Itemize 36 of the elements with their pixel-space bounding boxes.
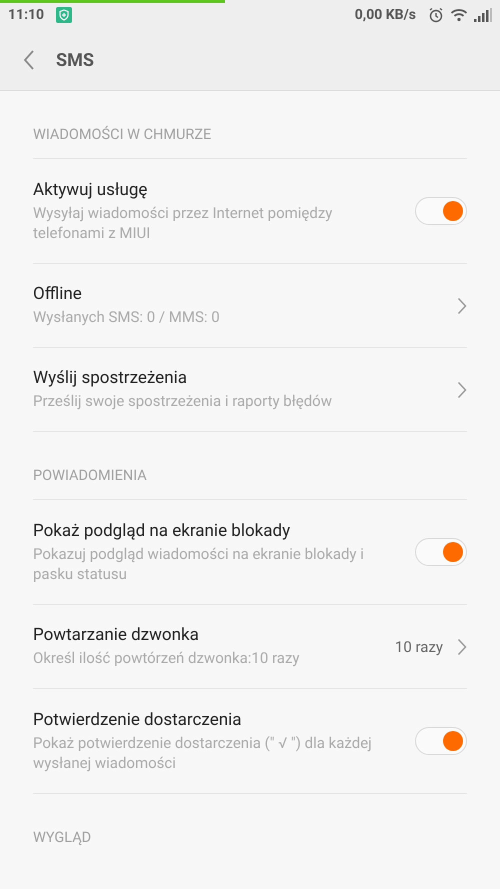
settings-row[interactable]: Potwierdzenie dostarczenia Pokaż potwierdzenie dostarczenia (" √ ") dla każdej wysłanej wiadomości (33, 689, 467, 794)
wifi-icon (450, 8, 468, 22)
setting-description: Wysłanych SMS: 0 / MMS: 0 (33, 307, 220, 327)
toggle-switch[interactable] (415, 727, 467, 755)
setting-description: Wysyłaj wiadomości przez Internet pomiędzy telefonami z MIUI (33, 202, 334, 242)
setting-title: Pokaż podgląd na ekranie blokady (33, 520, 290, 540)
toggle-switch[interactable] (415, 538, 467, 566)
setting-description: Pokazuj podgląd wiadomości na ekranie blokady i pasku statusu (33, 544, 365, 584)
setting-description: Pokaż potwierdzenie dostarczenia (" √ ") dla każdej wysłanej wiadomości (33, 732, 373, 772)
shield-icon (56, 7, 72, 23)
section-header: WIADOMOŚCI W CHMURZE (33, 91, 467, 159)
setting-description: Określ ilość powtórzeń dzwonka:10 razy (33, 648, 300, 668)
setting-title: Offline (33, 284, 82, 304)
settings-row[interactable]: Wyślij spostrzeżenia Prześlij swoje spostrzeżenia i raporty błędów (33, 348, 467, 432)
settings-row[interactable]: Powtarzanie dzwonka Określ ilość powtórzeń dzwonka:10 razy 10 razy (33, 605, 467, 689)
signal-icon (474, 8, 492, 22)
toggle-switch[interactable] (415, 197, 467, 225)
back-button[interactable] (22, 49, 36, 71)
section-header: WYGLĄD (33, 828, 92, 848)
status-time: 11:10 (8, 7, 44, 23)
chevron-right-icon (457, 380, 467, 398)
setting-title: Aktywuj usługę (33, 180, 148, 200)
setting-title: Potwierdzenie dostarczenia (33, 710, 242, 730)
chevron-right-icon (457, 638, 467, 656)
setting-value: 10 razy (394, 638, 443, 656)
screen-title: SMS (56, 50, 94, 70)
alarm-icon (428, 7, 444, 23)
section-header: POWIADOMIENIA (33, 432, 467, 500)
setting-description: Prześlij swoje spostrzeżenia i raporty błędów (33, 391, 332, 411)
setting-title: Powtarzanie dzwonka (33, 625, 199, 645)
settings-row[interactable]: Pokaż podgląd na ekranie blokady Pokazuj podgląd wiadomości na ekranie blokady i pasku statusu (33, 500, 467, 605)
setting-title: Wyślij spostrzeżenia (33, 368, 187, 388)
settings-row[interactable]: Offline Wysłanych SMS: 0 / MMS: 0 (33, 264, 467, 348)
network-speed: 0,00 KB/s (354, 7, 416, 23)
chevron-right-icon (457, 296, 467, 314)
settings-row[interactable]: Aktywuj usługę Wysyłaj wiadomości przez Internet pomiędzy telefonami z MIUI (33, 159, 467, 264)
